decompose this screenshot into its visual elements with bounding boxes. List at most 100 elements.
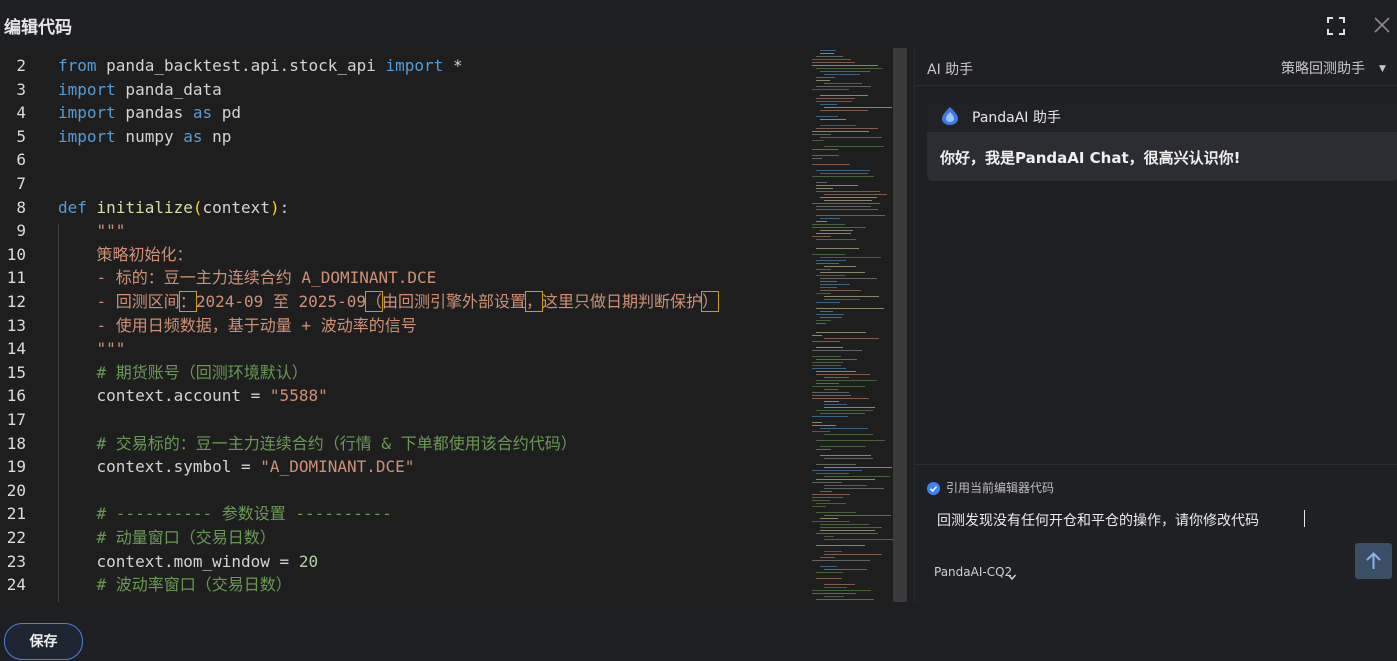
minimap-line (820, 272, 865, 273)
code-line[interactable]: import numpy as np (58, 125, 231, 149)
minimap-line (812, 398, 869, 399)
minimap-line (812, 254, 845, 255)
minimap-line (816, 578, 842, 579)
code-token: initialize (96, 197, 193, 217)
line-number: 4 (16, 103, 26, 123)
minimap-line (824, 434, 873, 435)
chevron-down-icon[interactable] (1007, 567, 1017, 581)
minimap-line (820, 53, 834, 54)
reference-editor-code-label[interactable]: 引用当前编辑器代码 (946, 479, 1054, 496)
minimap-line (824, 107, 892, 108)
minimap-line (812, 224, 845, 225)
send-button[interactable] (1355, 543, 1392, 579)
minimap-line (820, 287, 837, 288)
minimap-line (820, 125, 856, 126)
code-token: context.account = (58, 386, 270, 406)
code-line[interactable]: from panda_backtest.api.stock_api import… (58, 54, 463, 78)
code-line[interactable]: context.account = "5588" (58, 384, 328, 408)
code-token: # 波动率窗口（交易日数） (58, 575, 292, 595)
code-token: from (58, 56, 97, 75)
minimap-line (820, 278, 877, 279)
code-line[interactable]: import panda_data (58, 78, 222, 102)
line-number: 6 (16, 150, 26, 170)
code-line[interactable]: # 动量窗口（交易日数） (58, 526, 276, 550)
dialog-titlebar: 编辑代码 (0, 0, 1397, 48)
save-button[interactable]: 保存 (4, 623, 83, 660)
code-line[interactable]: # 波动率窗口（交易日数） (58, 573, 292, 597)
line-number: 15 (6, 362, 26, 382)
close-icon[interactable] (1372, 15, 1392, 35)
minimap-line (812, 521, 850, 522)
code-line[interactable]: 策略初始化： (58, 243, 193, 267)
code-token: ) (269, 197, 280, 217)
minimap-line (812, 500, 830, 501)
minimap-line (812, 164, 850, 165)
minimap-line (816, 86, 871, 87)
code-area[interactable]: from panda_backtest.api.stock_api import… (58, 48, 803, 602)
dialog-footer: 保存 (0, 602, 1397, 661)
minimap-line (816, 440, 885, 441)
code-line[interactable]: """ (58, 337, 126, 361)
minimap-line (820, 137, 882, 138)
scrollbar-thumb[interactable] (893, 48, 907, 602)
minimap-line (812, 350, 862, 351)
code-line[interactable]: """ (58, 219, 126, 243)
bot-name: PandaAI 助手 (972, 110, 1061, 126)
minimap-line (820, 281, 837, 282)
code-line[interactable]: # 期货账号（回测环境默认） (58, 361, 308, 385)
minimap-line (820, 197, 877, 198)
minimap-line (824, 458, 873, 459)
fullscreen-icon[interactable] (1326, 16, 1346, 36)
code-line[interactable]: import pandas as pd (58, 101, 241, 125)
code-token: as (192, 103, 213, 123)
code-line[interactable]: context.mom_window = 20 (58, 550, 319, 574)
minimap-line (816, 263, 839, 264)
minimap-line (820, 530, 875, 531)
minimap-line (820, 311, 833, 312)
minimap[interactable] (808, 48, 893, 602)
code-line[interactable]: def initialize(context): (58, 196, 289, 220)
minimap-line (816, 314, 844, 315)
minimap-line (816, 383, 839, 384)
line-number: 9 (16, 221, 26, 241)
assistant-mode-select[interactable]: 策略回测助手 (1281, 58, 1365, 78)
send-arrow-icon (1366, 552, 1381, 569)
code-token: """ (58, 339, 126, 359)
minimap-line (824, 296, 879, 297)
code-line[interactable]: - 使用日频数据，基于动量 + 波动率的信号 (58, 314, 417, 338)
minimap-line (820, 524, 869, 525)
minimap-line (824, 389, 838, 390)
minimap-line (812, 356, 841, 357)
minimap-line (816, 269, 831, 270)
code-token: 策略初始化： (58, 244, 193, 264)
checkbox-checked-icon[interactable] (927, 480, 940, 495)
model-select[interactable]: PandaAI-CQ2 (934, 565, 1012, 579)
minimap-line (820, 455, 871, 456)
minimap-line (820, 71, 870, 72)
code-line[interactable]: # ---------- 参数设置 ---------- (58, 502, 392, 526)
minimap-line (824, 584, 855, 585)
code-line[interactable]: context.symbol = "A_DOMINANT.DCE" (58, 455, 415, 479)
chevron-down-icon[interactable]: ▼ (1379, 64, 1386, 74)
line-number: 17 (6, 410, 26, 429)
minimap-line (816, 221, 827, 222)
minimap-line (824, 488, 884, 489)
minimap-line (824, 515, 891, 516)
code-editor[interactable]: 2 3 4 5 6 7 8 9 10 11 12 13 14 15 16 17 18 19 20 21 22 23 24 f… (0, 48, 910, 602)
line-number: 23 (6, 551, 26, 571)
minimap-line (824, 377, 849, 378)
minimap-line (820, 290, 861, 291)
code-token: "5588" (269, 386, 328, 406)
minimap-line (816, 512, 856, 513)
code-token: pandas (115, 103, 193, 123)
chat-input[interactable]: 回测发现没有任何开仓和平仓的操作，请你修改代码 (937, 510, 1259, 530)
minimap-line (820, 317, 842, 318)
line-number: 22 (6, 528, 26, 547)
code-line[interactable]: - 标的：豆一主力连续合约 A_DOMINANT.DCE (58, 266, 437, 290)
code-line[interactable]: # 交易标的：豆一主力连续合约（行情 & 下单都使用该合约代码） (58, 432, 577, 456)
minimap-line (824, 407, 875, 408)
minimap-line (824, 539, 893, 540)
minimap-line (812, 593, 856, 594)
code-line[interactable]: - 回测区间：2024-09 至 2025-09（由回测引擎外部设置，这里只做日… (58, 290, 720, 314)
minimap-line (816, 275, 845, 276)
